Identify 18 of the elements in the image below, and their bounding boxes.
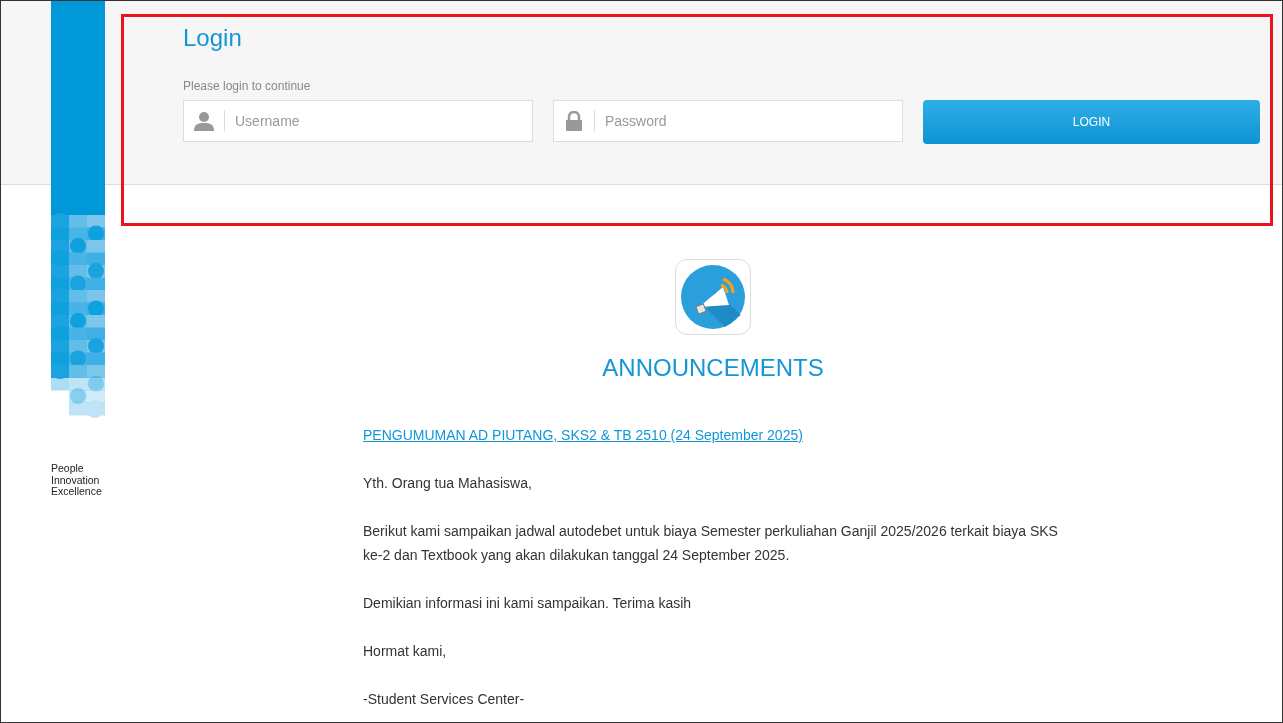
lock-icon <box>566 111 582 131</box>
user-icon <box>194 111 214 131</box>
announcement-link[interactable]: PENGUMUMAN AD PIUTANG, SKS2 & TB 2510 (24 September 2025) <box>363 423 803 447</box>
login-button[interactable]: LOGIN <box>923 100 1260 144</box>
announcement-paragraph: Demikian informasi ini kami sampaikan. Terima kasih <box>363 594 693 613</box>
login-title: Login <box>183 23 243 53</box>
tagline-word: Innovation <box>51 474 101 486</box>
announcement-paragraph: Berikut kami sampaikan jadwal autodebet untuk biaya Semester perkuliahan Ganjil 2025/2026 terkait biaya SKS ke-2 dan Textbook yang akan dilakukan tanggal 24 September 2025. <box>363 522 1059 565</box>
tagline-word: People <box>51 463 85 475</box>
announcement-paragraph: Hormat kami, <box>363 642 448 661</box>
announcement-paragraph: Yth. Orang tua Mahasiswa, <box>363 474 533 493</box>
megaphone-icon <box>681 265 745 329</box>
login-hint: Please login to continue <box>183 79 312 93</box>
tagline-word: Excellence <box>51 486 103 498</box>
announcements-heading: ANNOUNCEMENTS <box>602 353 824 383</box>
password-field[interactable]: Password <box>553 100 903 142</box>
username-field[interactable]: Username <box>183 100 533 142</box>
announcement-paragraph: -Student Services Center- <box>363 690 526 709</box>
